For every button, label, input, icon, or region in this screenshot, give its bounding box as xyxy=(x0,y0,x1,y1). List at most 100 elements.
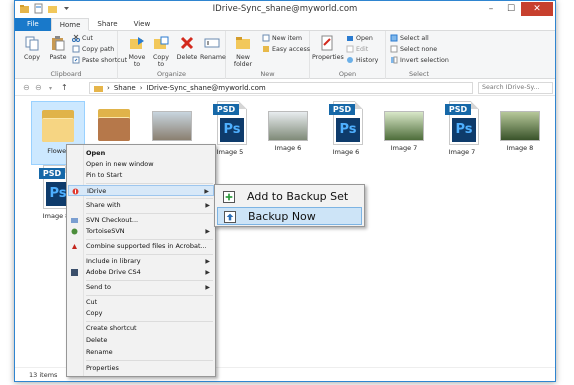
paste-button[interactable]: Paste xyxy=(47,35,69,61)
invert-selection-label: Invert selection xyxy=(400,56,449,64)
file-item-image-7-psd[interactable]: PSD Ps Image 7 xyxy=(435,101,489,156)
menu-item-create-shortcut[interactable]: Create shortcut xyxy=(68,323,214,334)
menu-item-rename[interactable]: Rename xyxy=(68,347,214,358)
invert-selection-button[interactable]: Invert selection xyxy=(390,56,449,64)
menu-separator xyxy=(86,295,213,296)
svn-checkout-icon xyxy=(71,218,78,223)
open-button[interactable]: Open xyxy=(346,34,373,42)
copy-to-label: Copy to xyxy=(153,54,169,68)
rename-button[interactable]: Rename xyxy=(200,35,226,61)
menu-item-pin-to-start[interactable]: Pin to Start xyxy=(68,170,214,181)
forward-button[interactable]: ⊖ xyxy=(35,83,42,92)
image-thumbnail xyxy=(152,111,192,141)
menu-separator xyxy=(86,360,213,361)
select-all-button[interactable]: Select all xyxy=(390,34,429,42)
menu-separator xyxy=(86,239,213,240)
submenu-item-backup-now[interactable]: Backup Now xyxy=(217,207,362,225)
select-all-icon xyxy=(390,34,398,42)
menu-item-send-to[interactable]: Send to ▶ xyxy=(68,282,214,293)
menu-item-include-library-label: Include in library xyxy=(86,257,141,265)
menu-item-adobe-drive[interactable]: Adobe Drive CS4 ▶ xyxy=(68,267,214,278)
menu-item-tortoisesvn-label: TortoiseSVN xyxy=(86,227,125,235)
easy-access-icon xyxy=(263,46,269,52)
psd-file-icon: PSD Ps xyxy=(213,101,247,145)
rename-icon xyxy=(204,38,220,48)
delete-button[interactable]: Delete xyxy=(176,35,198,61)
submenu-arrow-icon: ▶ xyxy=(205,269,210,276)
history-icon xyxy=(347,57,353,63)
window-controls: – ☐ ✕ xyxy=(481,2,553,16)
submenu-arrow-icon: ▶ xyxy=(205,284,210,291)
file-item-image-7-photo[interactable]: Image 7 xyxy=(377,101,431,152)
move-to-icon xyxy=(130,37,144,49)
copy-to-button[interactable]: Copy to xyxy=(150,35,172,68)
up-button[interactable]: ↑ xyxy=(61,83,68,92)
back-button[interactable]: ⊖ xyxy=(23,83,30,92)
maximize-button[interactable]: ☐ xyxy=(501,2,521,16)
tab-home[interactable]: Home xyxy=(50,18,90,31)
recent-dropdown-icon[interactable]: ▾ xyxy=(49,85,52,92)
search-input[interactable]: Search IDrive-Sy... xyxy=(478,82,553,94)
menu-item-open[interactable]: Open xyxy=(68,148,214,159)
edit-button[interactable]: Edit xyxy=(346,45,368,53)
title-bar: IDrive-Sync_shane@myworld.com – ☐ ✕ xyxy=(15,1,555,18)
menu-item-idrive-label: IDrive xyxy=(87,187,107,195)
breadcrumb-separator: › xyxy=(107,84,110,92)
properties-button[interactable]: Properties xyxy=(312,35,344,61)
scissors-icon xyxy=(72,34,80,42)
breadcrumb-shane[interactable]: Shane xyxy=(114,84,136,92)
open-label-group: Open xyxy=(338,70,357,78)
properties-icon xyxy=(321,35,333,51)
idrive-icon xyxy=(72,188,79,195)
menu-item-idrive[interactable]: IDrive ▶ xyxy=(68,185,214,196)
file-item[interactable] xyxy=(145,101,199,144)
file-item[interactable] xyxy=(87,101,141,146)
menu-item-combine-acrobat-label: Combine supported files in Acrobat... xyxy=(86,242,207,250)
paste-label: Paste xyxy=(49,54,67,61)
menu-item-open-new-window[interactable]: Open in new window xyxy=(68,159,214,170)
menu-item-delete[interactable]: Delete xyxy=(68,335,214,346)
new-item-button[interactable]: New item xyxy=(262,34,302,42)
history-button[interactable]: History xyxy=(346,56,378,64)
easy-access-button[interactable]: Easy access xyxy=(262,45,310,53)
cut-label: Cut xyxy=(82,34,93,42)
breadcrumb-idrive-sync[interactable]: IDrive-Sync_shane@myworld.com xyxy=(147,84,266,92)
close-button[interactable]: ✕ xyxy=(521,2,553,16)
organize-label: Organize xyxy=(156,70,187,78)
file-name: Image 5 xyxy=(216,148,244,156)
menu-item-properties[interactable]: Properties xyxy=(68,363,214,374)
menu-item-copy[interactable]: Copy xyxy=(68,308,214,319)
address-input[interactable]: › Shane › IDrive-Sync_shane@myworld.com xyxy=(89,82,473,94)
menu-separator xyxy=(86,198,213,199)
tab-view[interactable]: View xyxy=(126,18,159,31)
file-item-image-6-photo[interactable]: Image 6 xyxy=(261,101,315,152)
menu-item-share-with[interactable]: Share with ▶ xyxy=(68,200,214,211)
menu-item-cut[interactable]: Cut xyxy=(68,297,214,308)
submenu-item-add-backup-set[interactable]: Add to Backup Set xyxy=(217,188,362,206)
tab-file[interactable]: File xyxy=(15,18,51,31)
menu-item-tortoisesvn[interactable]: TortoiseSVN ▶ xyxy=(68,226,214,237)
new-group: New folder New item Easy access New xyxy=(226,31,310,79)
menu-item-svn-checkout[interactable]: SVN Checkout... xyxy=(68,215,214,226)
rename-label: Rename xyxy=(200,54,226,61)
move-to-button[interactable]: Move to xyxy=(126,35,148,68)
tortoisesvn-icon xyxy=(71,228,78,235)
copy-button[interactable]: Copy xyxy=(21,35,43,61)
cut-button[interactable]: Cut xyxy=(72,34,93,42)
tab-share[interactable]: Share xyxy=(89,18,125,31)
minimize-button[interactable]: – xyxy=(481,2,501,16)
copy-path-button[interactable]: Copy path xyxy=(72,45,114,53)
psd-file-icon: PSD Ps xyxy=(445,101,479,145)
adobe-drive-icon xyxy=(71,269,78,276)
select-none-button[interactable]: Select none xyxy=(390,45,437,53)
new-folder-button[interactable]: New folder xyxy=(230,35,256,68)
file-item-image-8-photo[interactable]: Image 8 xyxy=(493,101,547,152)
delete-label: Delete xyxy=(176,54,198,61)
submenu-item-backup-now-label: Backup Now xyxy=(248,210,316,223)
menu-separator xyxy=(86,280,213,281)
file-item-image-6-psd[interactable]: PSD Ps Image 6 xyxy=(319,101,373,156)
file-name: Image 6 xyxy=(274,144,302,152)
menu-item-combine-acrobat[interactable]: Combine supported files in Acrobat... xyxy=(68,241,214,252)
menu-separator xyxy=(86,183,213,184)
menu-item-include-library[interactable]: Include in library ▶ xyxy=(68,256,214,267)
